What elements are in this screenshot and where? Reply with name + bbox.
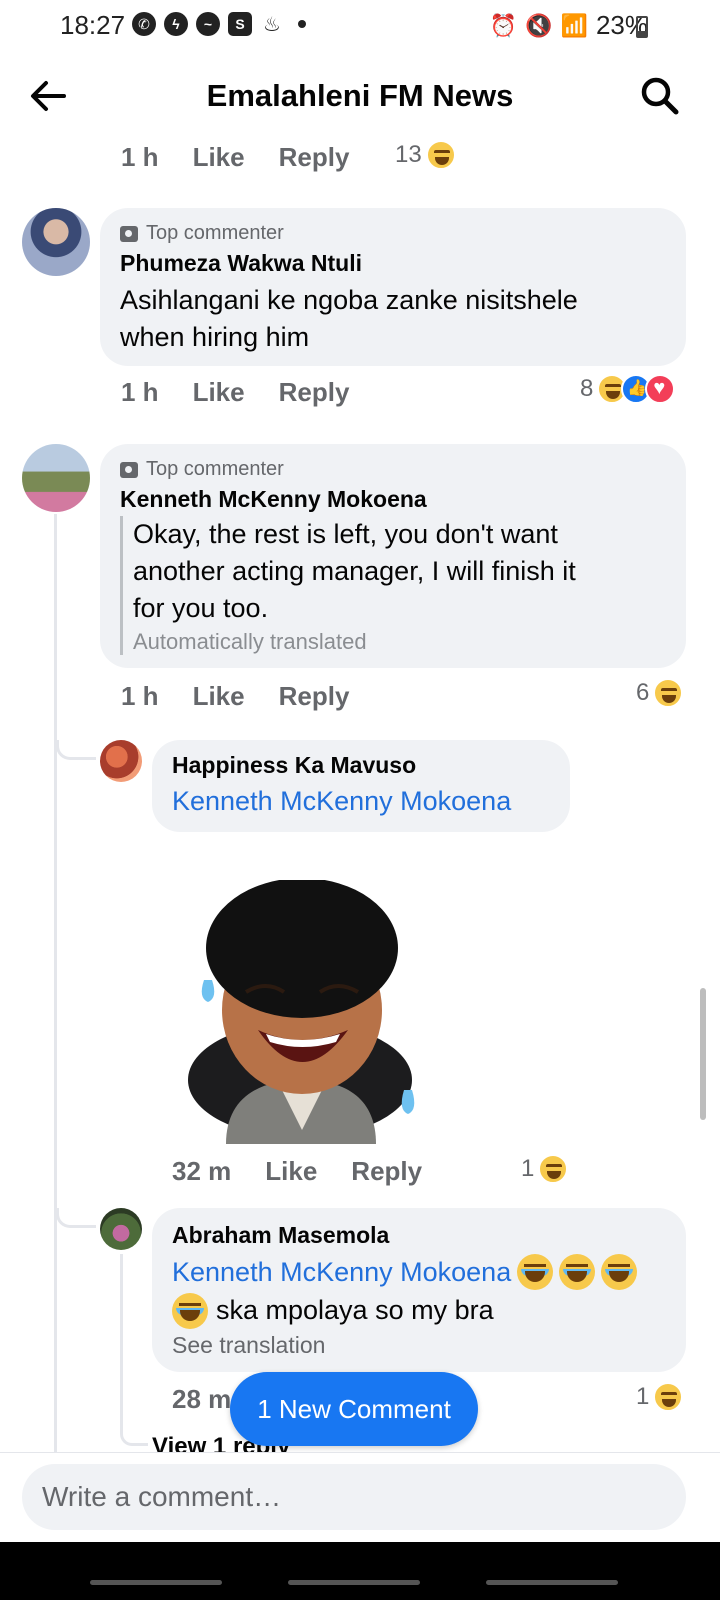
dot-icon [298, 20, 306, 28]
haha-reaction-icon [653, 1382, 684, 1412]
lightning-icon: ϟ [164, 12, 188, 36]
reaction-count: 8 [580, 375, 594, 402]
comment-text-line: when hiring him [120, 322, 310, 352]
reply-button[interactable]: Reply [279, 142, 350, 173]
haha-reaction-icon [425, 140, 456, 170]
reply-button[interactable]: Reply [279, 377, 350, 408]
comment-text-line: another acting manager, I will finish it [133, 556, 576, 586]
avatar[interactable] [22, 208, 90, 276]
battery-icon [636, 16, 648, 38]
avatar[interactable] [100, 740, 142, 782]
reply-meta: 28 m [172, 1384, 231, 1415]
reply-button[interactable]: Reply [351, 1156, 422, 1187]
like-button[interactable]: Like [193, 142, 245, 173]
love-reaction-icon [645, 374, 676, 404]
reply-connector [56, 740, 96, 760]
reaction-summary[interactable]: 13 [395, 140, 456, 170]
see-translation-link[interactable]: See translation [172, 1332, 325, 1359]
status-time: 18:27 [60, 10, 126, 40]
nav-back-button[interactable] [486, 1580, 618, 1585]
comment-bubble: Top commenter Phumeza Wakwa Ntuli Asihla… [100, 208, 686, 366]
reply-text: ska mpolaya so my bra [216, 1295, 494, 1325]
search-button[interactable] [640, 76, 680, 116]
reply-connector [120, 1420, 148, 1446]
whatsapp-icon: ✆ [132, 12, 156, 36]
reaction-count: 6 [636, 679, 650, 706]
avatar[interactable] [22, 444, 90, 512]
alarm-icon: ⏰ [489, 12, 518, 38]
reply-text-line: Kenneth McKenny Mokoena [172, 1254, 638, 1290]
joy-emoji-icon [517, 1254, 554, 1290]
comment-meta: 1 h Like Reply [121, 681, 349, 712]
reaction-count: 13 [395, 141, 422, 168]
comment-time: 1 h [121, 681, 159, 711]
translated-text-block: Okay, the rest is left, you don't want a… [120, 516, 660, 655]
reply-button[interactable]: Reply [279, 681, 350, 712]
reaction-count: 1 [521, 1155, 535, 1182]
comment-time: 1 h [121, 142, 159, 172]
badge-icon [120, 225, 138, 242]
comment-text-line: Asihlangani ke ngoba zanke nisitshele [120, 285, 578, 315]
fire-icon: ♨ [263, 13, 281, 36]
reply-meta: 32 m Like Reply [172, 1156, 422, 1187]
comment-bubble: Top commenter Kenneth McKenny Mokoena Ok… [100, 444, 686, 668]
mention-link[interactable]: Kenneth McKenny Mokoena [172, 786, 511, 817]
scrollbar[interactable] [700, 988, 706, 1120]
system-navigation-bar [0, 1542, 720, 1600]
like-button[interactable]: Like [193, 377, 245, 408]
top-commenter-badge: Top commenter [120, 458, 284, 481]
reaction-summary[interactable]: 8 [580, 374, 676, 404]
top-commenter-badge: Top commenter [120, 222, 284, 245]
reply-author[interactable]: Happiness Ka Mavuso [172, 752, 416, 779]
reply-connector [56, 1208, 96, 1228]
joy-emoji-icon [172, 1292, 208, 1329]
nav-recents-button[interactable] [90, 1580, 222, 1585]
reaction-summary[interactable]: 1 [636, 1382, 684, 1412]
reply-time: 32 m [172, 1156, 232, 1186]
mute-icon: 🔇 [525, 12, 553, 38]
prev-comment-meta: 1 h Like Reply [121, 142, 349, 173]
avatar[interactable] [100, 1208, 142, 1250]
translation-note: Automatically translated [133, 629, 367, 654]
mention-link[interactable]: Kenneth McKenny Mokoena [172, 1257, 511, 1288]
comment-author[interactable]: Phumeza Wakwa Ntuli [120, 250, 362, 277]
wifi-icon: 📶 [560, 12, 588, 38]
reply-bubble: Happiness Ka Mavuso Kenneth McKenny Moko… [152, 740, 570, 832]
badge-icon [120, 461, 138, 478]
like-button[interactable]: Like [265, 1156, 317, 1187]
avatar-sticker-image[interactable] [186, 880, 418, 1144]
reaction-summary[interactable]: 6 [636, 678, 684, 708]
comment-time: 1 h [121, 377, 159, 407]
reply-time: 28 m [172, 1384, 232, 1414]
reaction-count: 1 [636, 1383, 650, 1410]
reply-bubble: Abraham Masemola Kenneth McKenny Mokoena… [152, 1208, 686, 1372]
nav-home-button[interactable] [288, 1580, 420, 1585]
badge-label: Top commenter [146, 222, 284, 244]
messenger-icon: ~ [196, 12, 220, 36]
thread-line [120, 1254, 123, 1432]
joy-emoji-icon [601, 1254, 638, 1290]
like-button[interactable]: Like [193, 681, 245, 712]
comment-meta: 1 h Like Reply [121, 377, 349, 408]
comment-author[interactable]: Kenneth McKenny Mokoena [120, 486, 427, 513]
reply-author[interactable]: Abraham Masemola [172, 1222, 389, 1249]
haha-reaction-icon [653, 678, 684, 708]
reaction-summary[interactable]: 1 [521, 1154, 569, 1184]
comment-input[interactable]: Write a comment… [22, 1464, 686, 1530]
comment-text-line: Okay, the rest is left, you don't want [133, 519, 558, 549]
thread-line [54, 514, 57, 1452]
joy-emoji-icon [559, 1254, 596, 1290]
status-notification-icons: ✆ ϟ ~ S ♨ [132, 12, 306, 36]
new-comment-button[interactable]: 1 New Comment [230, 1372, 478, 1446]
badge-label: Top commenter [146, 458, 284, 480]
comment-text-line: for you too. [133, 593, 269, 623]
reply-text-line: ska mpolaya so my bra [172, 1292, 494, 1329]
search-icon [641, 77, 679, 115]
status-system-icons: ⏰ 🔇 📶 23% [490, 10, 648, 41]
page-title: Emalahleni FM News [206, 78, 514, 113]
comment-text: Asihlangani ke ngoba zanke nisitshele wh… [120, 282, 578, 356]
s-icon: S [228, 12, 252, 36]
haha-reaction-icon [538, 1154, 569, 1184]
